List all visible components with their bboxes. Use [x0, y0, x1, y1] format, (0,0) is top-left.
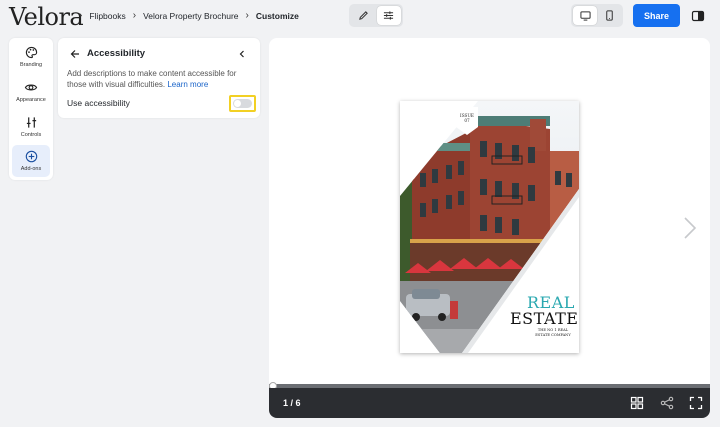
share-button[interactable]: Share	[633, 4, 680, 27]
cover-title-estate: ESTATE	[510, 309, 579, 328]
rail-item-branding[interactable]: Branding	[12, 41, 50, 73]
edit-mode-toggle	[349, 4, 403, 27]
breadcrumb-flipbooks[interactable]: Flipbooks	[89, 11, 125, 21]
rail-item-controls[interactable]: Controls	[12, 111, 50, 143]
sliders-icon	[26, 117, 36, 128]
panel-description: Add descriptions to make content accessi…	[67, 68, 252, 90]
rail-label: Add-ons	[20, 166, 42, 172]
chevron-right-icon: ›	[245, 10, 249, 21]
chevron-right-icon: ›	[79, 10, 83, 21]
description-text: Add descriptions to make content accessi…	[67, 69, 237, 89]
top-bar: Velora › Flipbooks › Velora Property Bro…	[0, 0, 720, 34]
plus-circle-icon	[25, 150, 37, 163]
learn-more-link[interactable]: Learn more	[167, 80, 208, 89]
theme-toggle-icon[interactable]	[691, 9, 705, 23]
rail-item-add-ons[interactable]: Add-ons	[12, 145, 50, 177]
rail-item-appearance[interactable]: Appearance	[12, 76, 50, 108]
back-arrow-icon[interactable]	[69, 48, 81, 60]
chevron-right-icon: ›	[132, 10, 137, 21]
rail-label: Branding	[19, 62, 43, 68]
customize-button[interactable]	[376, 6, 401, 25]
palette-icon	[25, 46, 37, 59]
page-indicator: 1 / 6	[283, 398, 301, 408]
flipbook-preview: ISSUE 07 REAL ESTATE THE NO 1 REAL ESTAT…	[269, 38, 710, 418]
device-view-toggle	[571, 4, 623, 27]
grid-view-icon[interactable]	[630, 396, 644, 410]
mobile-icon	[605, 10, 613, 21]
chevron-left-icon[interactable]	[236, 48, 248, 60]
issue-label: ISSUE 07	[459, 113, 475, 123]
desktop-view-button[interactable]	[573, 6, 597, 25]
edit-button[interactable]	[352, 6, 376, 25]
share-icon[interactable]	[660, 396, 674, 410]
fullscreen-icon[interactable]	[689, 396, 703, 410]
sliders-icon	[383, 11, 394, 20]
book-cover[interactable]: ISSUE 07 REAL ESTATE THE NO 1 REAL ESTAT…	[400, 101, 579, 353]
viewer-controls: 1 / 6	[269, 388, 710, 418]
rail-label: Appearance	[16, 97, 46, 103]
accessibility-toggle[interactable]	[233, 99, 252, 108]
issue-line-2: 07	[464, 118, 470, 123]
toggle-label: Use accessibility	[67, 98, 130, 108]
cover-subtitle: THE NO 1 REAL ESTATE COMPANY	[535, 328, 571, 337]
toggle-knob	[234, 100, 241, 107]
rail-label: Controls	[20, 132, 42, 138]
eye-icon	[24, 84, 38, 91]
pencil-icon	[359, 11, 368, 20]
breadcrumb: › Flipbooks › Velora Property Brochure ›…	[72, 10, 299, 21]
settings-rail: Branding Appearance Controls Add-ons	[9, 38, 53, 180]
panel-title: Accessibility	[87, 48, 146, 59]
next-page-arrow-icon[interactable]	[682, 216, 698, 240]
desktop-icon	[579, 11, 591, 21]
breadcrumb-brochure[interactable]: Velora Property Brochure	[143, 11, 238, 21]
mobile-view-button[interactable]	[597, 6, 621, 25]
breadcrumb-customize: Customize	[255, 10, 299, 21]
